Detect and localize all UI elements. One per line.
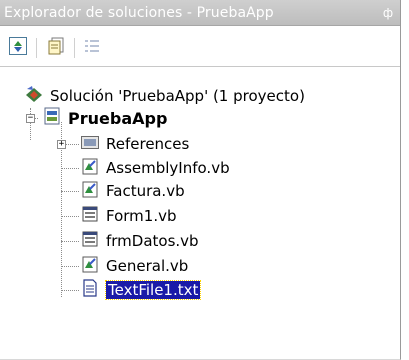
tree-item-textfile1[interactable]: TextFile1.txt: [80, 278, 202, 302]
tree-item-references[interactable]: References: [80, 133, 189, 155]
tree-item-assemblyinfo[interactable]: AssemblyInfo.vb: [80, 157, 230, 179]
project-node[interactable]: PruebaApp: [42, 107, 167, 129]
solution-node[interactable]: Solución 'PruebaApp' (1 proyecto): [24, 85, 305, 107]
tree-item-form1[interactable]: Form1.vb: [80, 205, 177, 227]
text-file-icon: [80, 278, 100, 302]
references-folder-icon: [80, 133, 100, 155]
vb-project-icon: [42, 106, 62, 130]
solution-icon: [24, 85, 44, 107]
tree-item-label: Factura.vb: [106, 182, 185, 200]
properties-icon: [46, 36, 66, 60]
references-expand-toggle[interactable]: +: [57, 140, 66, 149]
title-bar[interactable]: Explorador de soluciones - PruebaApp ф: [0, 0, 400, 26]
properties-button[interactable]: [44, 37, 68, 59]
vb-form-icon: [80, 229, 100, 253]
refresh-icon: [8, 36, 28, 60]
refresh-button[interactable]: [6, 37, 30, 59]
tree-item-label: Form1.vb: [106, 207, 177, 225]
solution-explorer-panel: Explorador de soluciones - PruebaApp ф S…: [0, 0, 401, 360]
vb-module-icon: [80, 254, 100, 278]
tree-item-label: References: [106, 135, 190, 153]
pin-icon[interactable]: ф: [382, 0, 394, 26]
tree-item-factura[interactable]: Factura.vb: [80, 180, 185, 202]
tree-item-general[interactable]: General.vb: [80, 255, 188, 277]
toolbar: [0, 32, 400, 67]
solution-tree: Solución 'PruebaApp' (1 proyecto) − Prue…: [0, 76, 400, 356]
tree-item-label: AssemblyInfo.vb: [106, 159, 230, 177]
vb-module-icon: [80, 179, 100, 203]
show-all-files-button[interactable]: [80, 37, 104, 59]
panel-title: Explorador de soluciones - PruebaApp: [4, 5, 274, 21]
solution-label: Solución 'PruebaApp' (1 proyecto): [50, 87, 305, 105]
vb-form-icon: [80, 204, 100, 228]
tree-item-frmdatos[interactable]: frmDatos.vb: [80, 230, 199, 252]
show-all-files-icon: [82, 36, 102, 60]
tree-item-label: frmDatos.vb: [106, 232, 199, 250]
project-label: PruebaApp: [68, 108, 168, 128]
project-collapse-toggle[interactable]: −: [26, 114, 35, 123]
vb-module-icon: [80, 156, 100, 180]
tree-item-label: TextFile1.txt: [104, 280, 202, 300]
tree-item-label: General.vb: [106, 257, 189, 275]
